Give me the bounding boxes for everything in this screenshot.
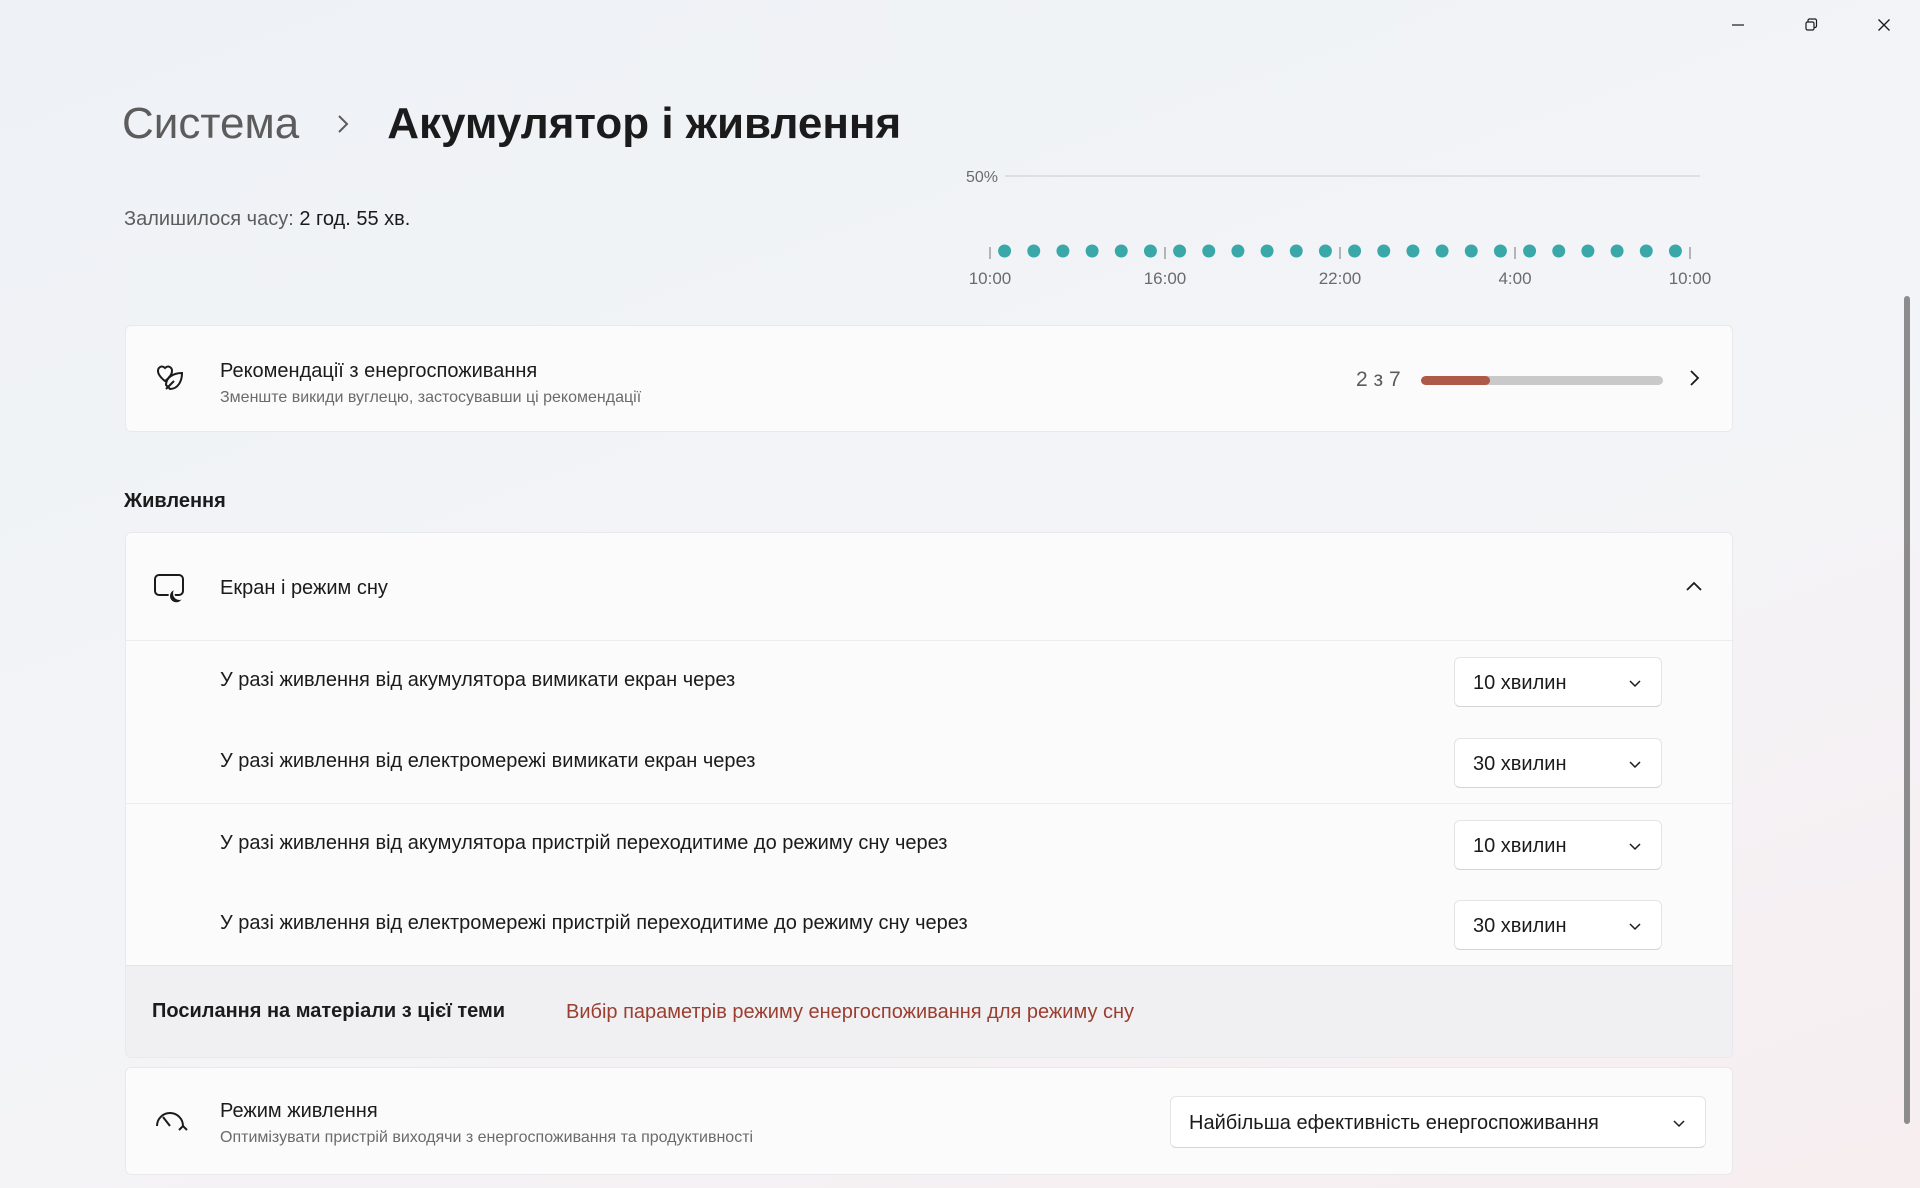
chart-x-tick-label: 10:00	[1669, 269, 1712, 288]
power-mode-gauge-icon	[152, 1104, 188, 1140]
chart-x-tick-label: 4:00	[1498, 269, 1531, 288]
power-mode-card: Режим живлення Оптимізувати пристрій вих…	[125, 1067, 1733, 1175]
chart-point	[1377, 244, 1391, 258]
setting-label: У разі живлення від акумулятора вимикати…	[220, 669, 736, 691]
chart-point	[1056, 244, 1070, 258]
setting-label: У разі живлення від електромережі пристр…	[220, 912, 968, 934]
chart-point	[1668, 244, 1682, 258]
restore-icon	[1804, 18, 1817, 31]
setting-row: У разі живлення від акумулятора вимикати…	[126, 641, 1732, 722]
chart-x-tick-label: 16:00	[1144, 269, 1187, 288]
chart-point	[1027, 244, 1041, 258]
chart-point	[1523, 244, 1537, 258]
dropdown-value: 30 хвилин	[1473, 915, 1567, 937]
chevron-right-icon	[1690, 370, 1700, 386]
chart-point	[1348, 244, 1362, 258]
setting-row: У разі живлення від електромережі вимика…	[126, 722, 1732, 803]
power-sleep-settings-link[interactable]: Вибір параметрів режиму енергоспоживання…	[566, 1001, 1134, 1024]
recommendations-text: Рекомендації з енергоспоживання Зменште …	[220, 360, 641, 407]
battery-sleep-dropdown[interactable]: 10 хвилин	[1454, 820, 1662, 870]
dropdown-value: Найбільша ефективність енергоспоживання	[1189, 1112, 1599, 1134]
screen-sleep-header[interactable]: Екран і режим сну	[126, 533, 1732, 641]
breadcrumb-parent-link[interactable]: Система	[122, 99, 299, 149]
power-section-title: Живлення	[124, 490, 226, 512]
setting-label: У разі живлення від акумулятора пристрій…	[220, 832, 948, 854]
close-icon	[1877, 19, 1890, 31]
minimize-button[interactable]	[1701, 0, 1774, 50]
chart-point	[1202, 244, 1216, 258]
screen-sleep-title: Екран і режим сну	[220, 577, 388, 599]
chart-y-tick-label: 50%	[966, 169, 998, 186]
time-left-value: 2 год. 55 хв.	[299, 208, 411, 230]
recommendations-progress-fill	[1421, 376, 1490, 385]
chart-point	[1173, 244, 1187, 258]
chevron-down-icon	[1629, 761, 1641, 769]
window-controls	[1701, 0, 1920, 50]
time-left-label: Залишилося часу:	[124, 208, 294, 230]
chevron-right-icon	[329, 110, 357, 138]
chart-point	[1639, 244, 1653, 258]
recommendations-title: Рекомендації з енергоспоживання	[220, 360, 538, 382]
power-mode-dropdown[interactable]: Найбільша ефективність енергоспоживання	[1170, 1096, 1706, 1148]
setting-row: У разі живлення від акумулятора пристрій…	[126, 803, 1732, 884]
breadcrumb: Система Акумулятор і живлення	[122, 94, 901, 154]
chart-point	[1289, 244, 1303, 258]
setting-row: У разі живлення від електромережі пристр…	[126, 884, 1732, 965]
dropdown-value: 10 хвилин	[1473, 672, 1567, 694]
page-title: Акумулятор і живлення	[387, 99, 902, 148]
screen-sleep-icon	[152, 569, 188, 605]
plugged-sleep-dropdown[interactable]: 30 хвилин	[1454, 900, 1662, 950]
chart-point	[1114, 244, 1128, 258]
setting-label: У разі живлення від електромережі вимика…	[220, 750, 756, 772]
recommendations-progress-bar	[1421, 376, 1663, 385]
energy-recommendations-card[interactable]: Рекомендації з енергоспоживання Зменште …	[125, 325, 1733, 432]
power-mode-title: Режим живлення	[220, 1100, 378, 1122]
chevron-down-icon	[1673, 1120, 1685, 1128]
chevron-down-icon	[1629, 843, 1641, 851]
plugged-screen-off-dropdown[interactable]: 30 хвилин	[1454, 738, 1662, 788]
battery-usage-chart: 50% 10:00 16:00 22:00 4:00 10:00	[966, 169, 1712, 288]
chart-point	[1231, 244, 1245, 258]
chart-point	[1435, 244, 1449, 258]
power-mode-text: Режим живлення Оптимізувати пристрій вих…	[220, 1100, 753, 1147]
minimize-icon	[1731, 24, 1744, 26]
chart-point	[998, 244, 1012, 258]
screen-sleep-text: Екран і режим сну	[220, 577, 388, 600]
chart-point	[1260, 244, 1274, 258]
chart-x-tick-label: 10:00	[969, 269, 1012, 288]
battery-time-left: Залишилося часу: 2 год. 55 хв.	[124, 208, 410, 231]
related-links-row: Посилання на матеріали з цієї теми Вибір…	[126, 965, 1732, 1057]
chart-point	[1143, 244, 1157, 258]
chart-point	[1581, 244, 1595, 258]
power-mode-subtitle: Оптимізувати пристрій виходячи з енергос…	[220, 1129, 754, 1146]
chart-point	[1493, 244, 1507, 258]
dropdown-value: 10 хвилин	[1473, 835, 1567, 857]
related-links-label: Посилання на матеріали з цієї теми	[152, 1000, 506, 1022]
screen-sleep-card: Екран і режим сну У разі живлення від ак…	[125, 532, 1733, 1058]
vertical-scrollbar[interactable]	[1904, 296, 1910, 1124]
restore-button[interactable]	[1774, 0, 1847, 50]
recommendations-count: 2 з 7	[1356, 368, 1401, 391]
dropdown-value: 30 хвилин	[1473, 753, 1567, 775]
chevron-down-icon	[1629, 680, 1641, 688]
chart-point	[1406, 244, 1420, 258]
chart-point	[1610, 244, 1624, 258]
chart-x-tick-label: 22:00	[1319, 269, 1362, 288]
recommendations-subtitle: Зменште викиди вуглецю, застосувавши ці …	[220, 389, 642, 406]
chart-point	[1085, 244, 1099, 258]
battery-screen-off-dropdown[interactable]: 10 хвилин	[1454, 657, 1662, 707]
chart-point	[1552, 244, 1566, 258]
close-button[interactable]	[1847, 0, 1920, 50]
chart-point	[1318, 244, 1332, 258]
chevron-up-icon	[1686, 581, 1702, 591]
leaf-heart-icon	[152, 361, 188, 397]
chart-point	[1464, 244, 1478, 258]
chevron-down-icon	[1629, 923, 1641, 931]
